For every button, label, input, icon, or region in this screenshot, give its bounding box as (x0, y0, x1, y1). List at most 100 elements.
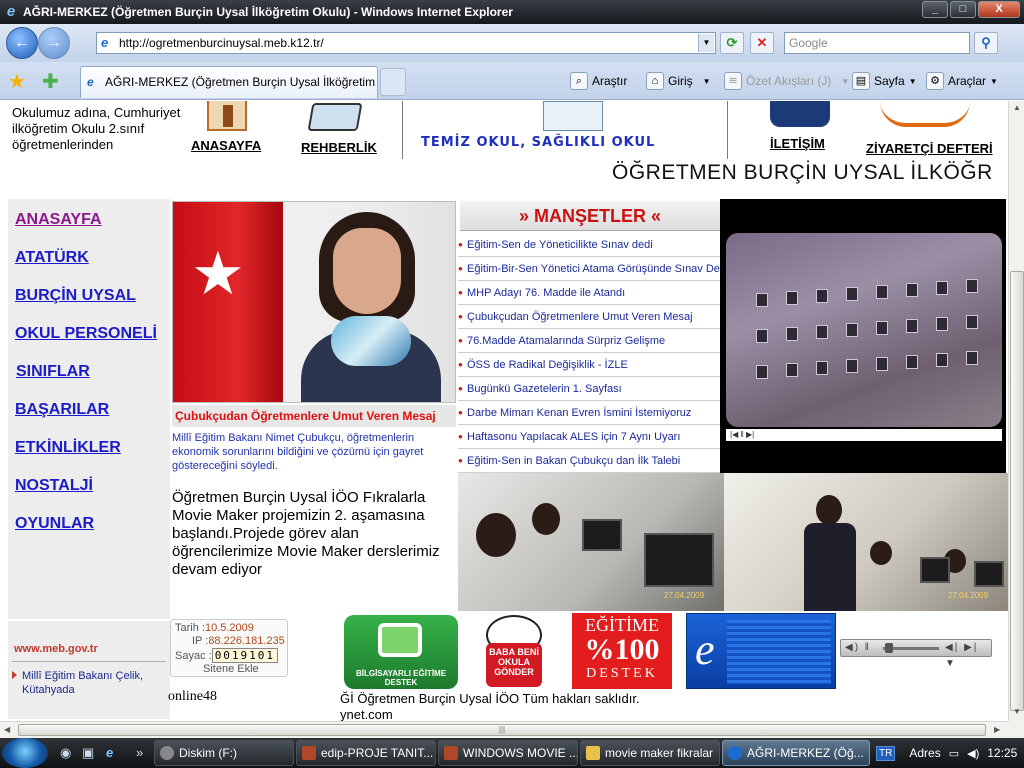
headline-item[interactable]: Eğitim-Sen in Bakan Çubukçu dan İlk Tale… (458, 449, 720, 473)
media-player-buttons[interactable]: ◀| ▶| ▼ (945, 640, 991, 672)
network-icon[interactable]: ▭ (949, 747, 959, 760)
sidebar-item-etkinlikler[interactable]: ETKİNLİKLER (15, 439, 121, 457)
quicklaunch-media-icon[interactable]: ◉ (60, 745, 71, 761)
headline-item[interactable]: Eğitim-Bir-Sen Yönetici Atama Görüşünde … (458, 257, 720, 281)
headline-item[interactable]: 76.Madde Atamalarında Sürpriz Gelişme (458, 329, 720, 353)
tab-title: AĞRI-MERKEZ (Öğretmen Burçin Uysal İlköğ… (105, 75, 377, 89)
taskbar-item-label: movie maker fikralar (605, 746, 714, 760)
feature-photo[interactable]: ★ (172, 201, 456, 403)
chevron-down-icon[interactable]: ▼ (990, 77, 998, 86)
chevron-down-icon[interactable]: ▼ (841, 77, 849, 86)
home-house-icon[interactable] (207, 101, 247, 131)
full-support-logo[interactable]: EĞİTİME %100 DESTEK (572, 613, 672, 689)
copyright-link[interactable]: ynet.com (340, 707, 393, 721)
tools-menu-button[interactable]: ⚙ Araçlar ▼ (926, 72, 998, 90)
taskbar-item-edip[interactable]: edip-PROJE TANIT... (296, 740, 436, 766)
chevron-down-icon[interactable]: ▼ (909, 77, 917, 86)
vertical-scrollbar[interactable]: ▲ ▼ (1008, 101, 1024, 721)
research-button[interactable]: ⌕ Araştır (570, 72, 627, 90)
headline-item[interactable]: Darbe Mimarı Kenan Evren İsmini İstemiyo… (458, 401, 720, 425)
taskbar-item-label: Diskim (F:) (179, 746, 237, 760)
top-link-ziyaretci[interactable]: ZİYARETÇİ DEFTERİ (866, 141, 993, 156)
media-seek-slider[interactable] (885, 643, 893, 653)
new-tab-button[interactable] (380, 68, 406, 96)
sidebar-item-oyunlar[interactable]: OYUNLAR (15, 515, 94, 533)
minimize-button[interactable]: _ (922, 1, 948, 18)
sidebar-item-siniflar[interactable]: SINIFLAR (16, 363, 90, 381)
page-menu-button[interactable]: ▤ Sayfa ▼ (852, 72, 917, 90)
meb-link[interactable]: www.meb.gov.tr (14, 643, 98, 655)
sidebar-item-okul-personeli[interactable]: OKUL PERSONELİ (15, 325, 157, 343)
clean-school-text: TEMİZ OKUL, SAĞLIKLI OKUL (421, 135, 656, 150)
headline-item[interactable]: ÖSS de Radikal Değişiklik - İZLE (458, 353, 720, 377)
classroom-photos[interactable]: 27.04.2009 27.04.2009 (458, 473, 1008, 611)
horizontal-scroll-thumb[interactable]: ||| (18, 724, 986, 736)
scroll-left-arrow-icon[interactable]: ◀ (4, 725, 10, 734)
close-button[interactable]: X (978, 1, 1020, 18)
computer-education-logo[interactable]: BİLGİSAYARLI EĞİTİME DESTEK (344, 615, 458, 689)
clean-school-banner[interactable]: TEMİZ OKUL, SAĞLIKLI OKUL (402, 101, 728, 159)
search-icon[interactable]: ⚲ (974, 32, 998, 54)
feeds-button[interactable]: ≋ Özet Akışları (J) ▼ (724, 72, 849, 90)
headline-item[interactable]: Bugünkü Gazetelerin 1. Sayfası (458, 377, 720, 401)
page-menu-label: Sayfa (874, 74, 905, 88)
address-toolbar-label[interactable]: Adres (909, 746, 940, 760)
scroll-right-arrow-icon[interactable]: ▶ (994, 725, 1000, 734)
maximize-button[interactable]: □ (950, 1, 976, 18)
feature-caption[interactable]: Çubukçudan Öğretmenlere Umut Veren Mesaj (172, 405, 456, 427)
address-dropdown-icon[interactable]: ▼ (698, 34, 714, 52)
quicklaunch-more-icon[interactable]: » (136, 745, 143, 760)
ie-icon: e (6, 3, 16, 20)
sidebar-item-ataturk[interactable]: ATATÜRK (15, 249, 89, 267)
add-favorite-icon[interactable]: ✚ (42, 69, 59, 94)
refresh-icon[interactable]: ⟳ (720, 32, 744, 54)
forward-button[interactable]: → (38, 27, 70, 59)
language-indicator[interactable]: TR (876, 745, 896, 761)
taskbar-item-ie[interactable]: AĞRI-MERKEZ (Öğ... (722, 740, 870, 766)
headline-item[interactable]: Eğitim-Sen de Yöneticilikte Sınav dedi (458, 233, 720, 257)
add-to-site-link[interactable]: Sitene Ekle (203, 663, 259, 675)
volume-icon[interactable]: ◀) (967, 747, 979, 760)
sidebar-item-burcin-uysal[interactable]: BURÇİN UYSAL (15, 287, 136, 305)
headline-item[interactable]: MHP Adayı 76. Madde ile Atandı (458, 281, 720, 305)
school-slideshow[interactable]: |◀ ‖ ▶| (720, 199, 1006, 473)
meb-news-item[interactable]: Millî Eğitim Bakanı Çelik, Kütahyada (22, 669, 162, 697)
e-school-logo[interactable]: e (686, 613, 836, 689)
favorites-star-icon[interactable]: ★ (8, 69, 26, 94)
tab-active[interactable]: e AĞRI-MERKEZ (Öğretmen Burçin Uysal İlk… (80, 66, 378, 98)
horizontal-scrollbar[interactable]: ◀ ||| ▶ (0, 721, 1008, 738)
headline-item[interactable]: Haftasonu Yapılacak ALES için 7 Aynı Uya… (458, 425, 720, 449)
top-link-iletisim[interactable]: İLETİŞİM (770, 136, 825, 151)
back-button[interactable]: ← (6, 27, 38, 59)
start-button[interactable] (2, 738, 48, 768)
address-bar[interactable]: e http://ogretmenburcinuysal.meb.k12.tr/… (96, 32, 716, 54)
taskbar-item-fikralar[interactable]: movie maker fikralar (580, 740, 720, 766)
send-me-to-school-logo[interactable]: BABA BENİ OKULA GÖNDER (462, 613, 566, 691)
scroll-up-arrow-icon[interactable]: ▲ (1013, 103, 1021, 112)
taskbar-item-label: WINDOWS MOVIE ... (463, 746, 578, 760)
scroll-down-arrow-icon[interactable]: ▼ (1013, 707, 1021, 716)
window-titlebar: e AĞRI-MERKEZ (Öğretmen Burçin Uysal İlk… (0, 0, 1024, 24)
taskbar-item-diskim[interactable]: Diskim (F:) (154, 740, 294, 766)
quicklaunch-desktop-icon[interactable]: ▣ (82, 745, 94, 761)
scroll-corner (1008, 721, 1024, 738)
headline-item[interactable]: Çubukçudan Öğretmenlere Umut Veren Mesaj (458, 305, 720, 329)
chevron-down-icon[interactable]: ▼ (703, 77, 711, 86)
research-label: Araştır (592, 74, 628, 88)
media-player[interactable]: ◀) ‖ ◀| ▶| ▼ (840, 639, 992, 669)
clock[interactable]: 12:25 (987, 746, 1017, 760)
stop-icon[interactable]: ✕ (750, 32, 774, 54)
quicklaunch-ie-icon[interactable]: e (106, 745, 113, 760)
top-link-rehberlik[interactable]: REHBERLİK (301, 140, 377, 155)
slideshow-controls[interactable]: |◀ ‖ ▶| (726, 429, 1002, 441)
search-input[interactable]: Google (784, 32, 970, 54)
home-button[interactable]: ⌂ Giriş ▼ (646, 72, 711, 90)
home-label: Giriş (668, 74, 693, 88)
top-link-anasayfa[interactable]: ANASAYFA (191, 138, 261, 153)
taskbar-item-movie[interactable]: WINDOWS MOVIE ... (438, 740, 578, 766)
sidebar-item-basarilar[interactable]: BAŞARILAR (15, 401, 109, 419)
sidebar-item-nostalji[interactable]: NOSTALJİ (15, 477, 93, 495)
sidebar-item-anasayfa[interactable]: ANASAYFA (15, 211, 102, 229)
photo-date-right: 27.04.2009 (948, 591, 989, 600)
vertical-scroll-thumb[interactable] (1010, 271, 1024, 711)
